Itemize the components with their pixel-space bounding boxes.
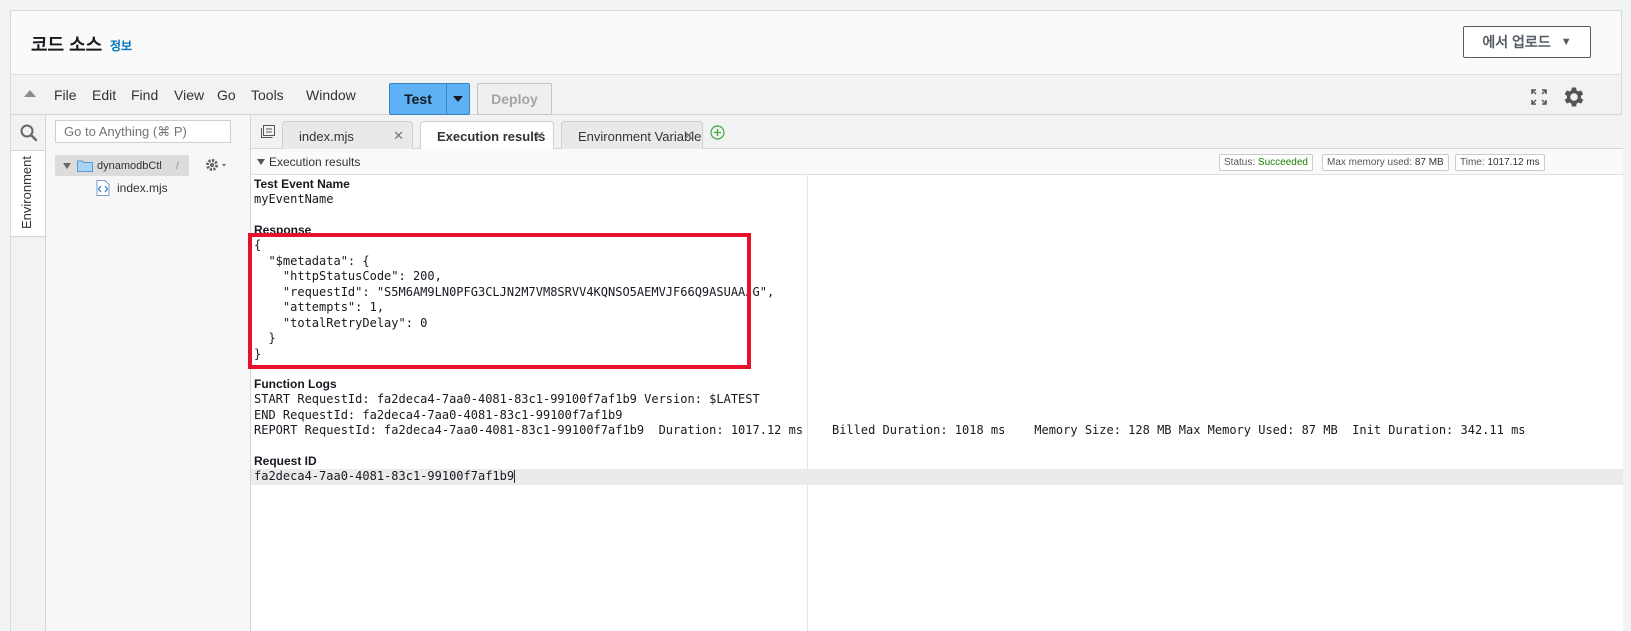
tab-environment-variables[interactable]: Environment Variables ✕ <box>561 121 703 149</box>
menu-edit[interactable]: Edit <box>92 87 116 103</box>
test-event-name-label: Test Event Name <box>254 177 350 191</box>
memory-label: Max memory used: <box>1327 157 1413 168</box>
search-icon[interactable] <box>19 123 39 143</box>
execution-results-title: Execution results <box>269 155 361 169</box>
upload-button-label: 에서 업로드 <box>1482 34 1551 50</box>
fullscreen-icon[interactable] <box>1531 89 1547 105</box>
max-memory-badge: Max memory used: 87 MB <box>1322 154 1449 171</box>
editor-tab-bar: index.mjs ✕ Execution results ✕ Environm… <box>251 115 1623 150</box>
test-button-group: Test <box>389 83 470 115</box>
time-badge: Time: 1017.12 ms <box>1455 154 1545 171</box>
file-name: index.mjs <box>117 181 168 195</box>
tab-execution-results[interactable]: Execution results ✕ <box>420 121 554 150</box>
tab-index-mjs[interactable]: index.mjs ✕ <box>282 121 413 149</box>
status-label: Status: <box>1224 157 1256 168</box>
test-dropdown-button[interactable] <box>447 84 469 114</box>
folder-row-dynamodbctl[interactable]: dynamodbCtl / <box>55 155 189 176</box>
menu-file[interactable]: File <box>54 87 77 103</box>
close-icon[interactable]: ✕ <box>683 128 694 144</box>
function-logs-label: Function Logs <box>254 377 337 391</box>
environment-tab-label: Environment <box>19 156 34 229</box>
collapse-triangle-icon[interactable] <box>257 159 265 165</box>
close-icon[interactable]: ✕ <box>393 128 404 144</box>
status-badge: Status: Succeeded <box>1219 154 1313 171</box>
page-title: 코드 소스 <box>31 35 103 55</box>
info-link[interactable]: 정보 <box>110 37 132 54</box>
status-value: Succeeded <box>1257 157 1308 168</box>
folder-name: dynamodbCtl <box>97 159 162 172</box>
close-icon[interactable]: ✕ <box>534 128 545 144</box>
function-logs: START RequestId: fa2deca4-7aa0-4081-83c1… <box>254 392 1526 437</box>
time-value: 1017.12 ms <box>1487 157 1540 168</box>
folder-icon <box>77 160 93 172</box>
caret-down-icon: ▼ <box>1560 36 1572 48</box>
tab-list-icon[interactable] <box>261 125 275 138</box>
expand-triangle-icon[interactable] <box>63 162 71 169</box>
menu-tools[interactable]: Tools <box>251 87 284 103</box>
panel-header: 코드 소스 정보 에서 업로드 ▼ <box>11 11 1621 74</box>
test-event-name-value: myEventName <box>254 192 334 206</box>
left-rail: Environment <box>11 115 46 631</box>
code-source-panel: 코드 소스 정보 에서 업로드 ▼ File Edit Find View Go… <box>10 10 1623 631</box>
execution-results-pane: Execution results Status: Succeeded Max … <box>248 149 1623 631</box>
chevron-down-icon <box>453 96 463 102</box>
environment-tab[interactable]: Environment <box>11 150 45 237</box>
execution-results-header[interactable]: Execution results Status: Succeeded Max … <box>251 149 1623 175</box>
settings-gear-icon[interactable] <box>1561 84 1587 110</box>
request-id-label: Request ID <box>254 454 317 468</box>
go-to-anything-input[interactable] <box>55 120 231 143</box>
time-label: Time: <box>1460 157 1485 168</box>
request-id-value: fa2deca4-7aa0-4081-83c1-99100f7af1b9 <box>254 469 515 483</box>
file-tree-panel: dynamodbCtl / index.mjs <box>46 115 251 631</box>
tab-label: Execution results <box>437 129 546 144</box>
request-id-line[interactable]: fa2deca4-7aa0-4081-83c1-99100f7af1b9 <box>254 469 516 485</box>
collapse-up-icon[interactable] <box>24 90 36 97</box>
folder-slash: / <box>175 159 179 172</box>
memory-value: 87 MB <box>1414 157 1444 168</box>
response-body: { "$metadata": { "httpStatusCode": 200, … <box>254 238 775 361</box>
deploy-button[interactable]: Deploy <box>477 83 552 115</box>
menu-find[interactable]: Find <box>131 87 158 103</box>
menu-view[interactable]: View <box>174 87 204 103</box>
tab-label: index.mjs <box>299 129 354 144</box>
js-file-icon <box>96 180 110 196</box>
text-cursor <box>514 470 516 483</box>
test-button[interactable]: Test <box>390 84 447 114</box>
tree-settings-gear-icon[interactable] <box>205 157 227 173</box>
menu-go[interactable]: Go <box>217 87 236 103</box>
response-label: Response <box>254 223 312 237</box>
add-tab-icon[interactable] <box>710 125 725 140</box>
menu-window[interactable]: Window <box>306 87 356 103</box>
file-row-index-mjs[interactable]: index.mjs <box>96 180 168 196</box>
ide-menu-bar: File Edit Find View Go Tools Window Test… <box>11 74 1621 115</box>
upload-from-button[interactable]: 에서 업로드 ▼ <box>1463 26 1591 58</box>
